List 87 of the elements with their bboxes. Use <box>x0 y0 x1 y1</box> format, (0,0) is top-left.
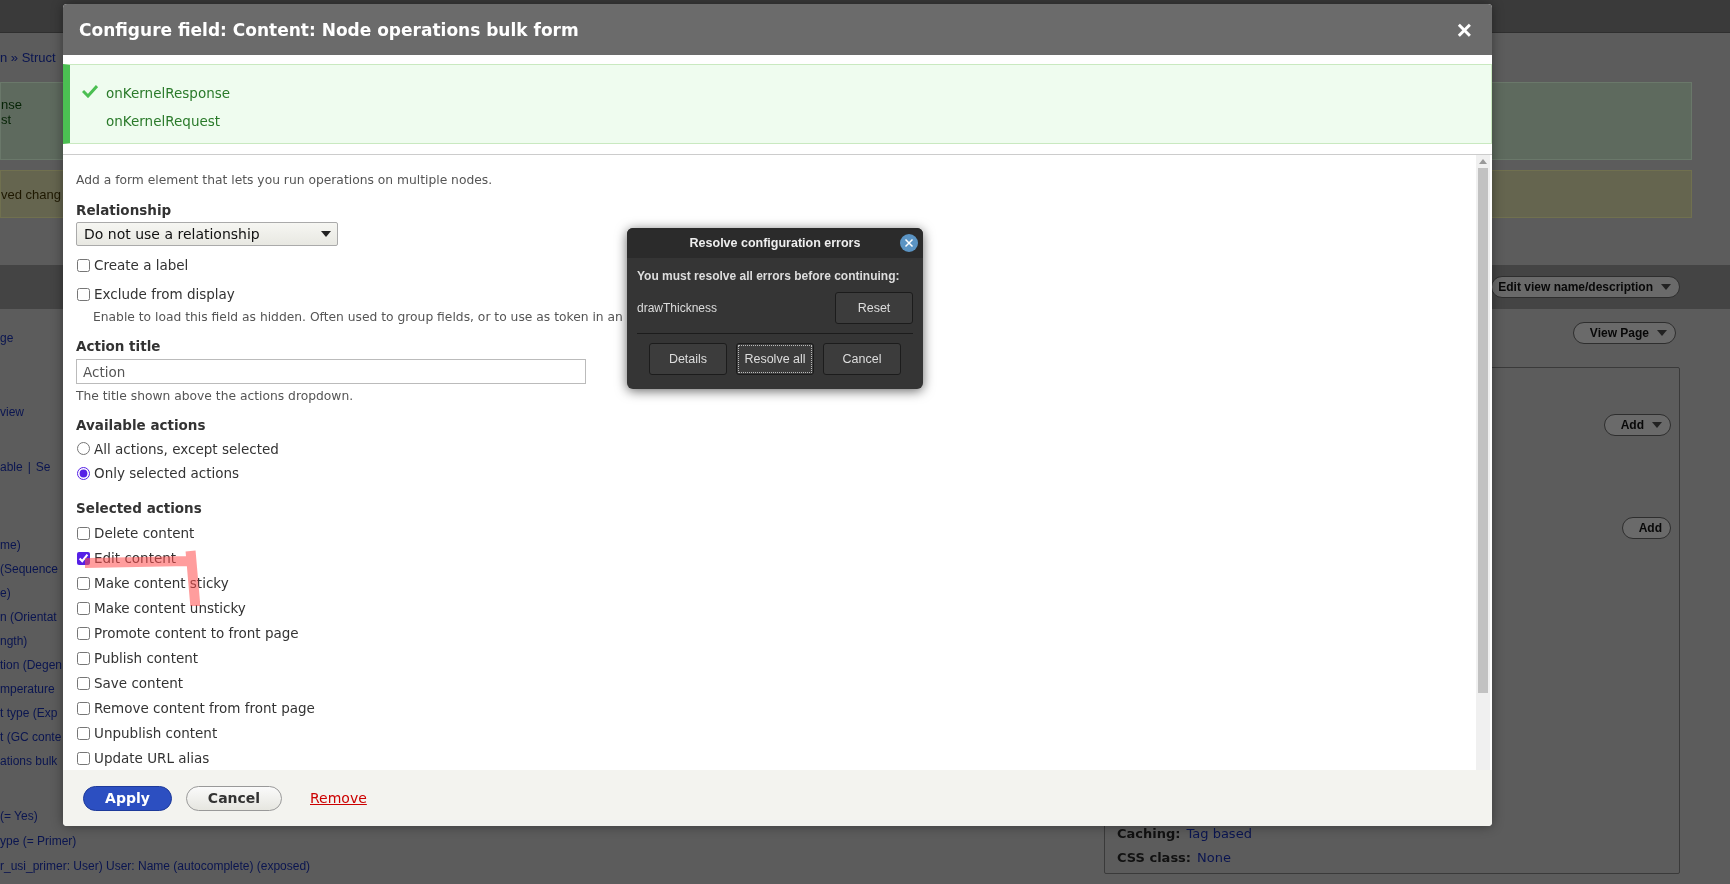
checkbox-label: Make content unsticky <box>94 600 246 616</box>
remove-link[interactable]: Remove <box>310 790 367 806</box>
field-link[interactable]: ngth) <box>0 629 63 653</box>
field-link[interactable]: (Sequence <box>0 557 63 581</box>
error-name: drawThickness <box>637 301 718 315</box>
description-text: Add a form element that lets you run operations on multiple nodes. <box>76 172 493 189</box>
checkbox[interactable] <box>77 287 90 301</box>
checkbox[interactable] <box>77 726 90 740</box>
status-message: onKernelRequest <box>106 112 222 131</box>
caret-icon <box>1652 422 1662 428</box>
radio-label: All actions, except selected <box>94 440 279 457</box>
help-text: Enable to load this field as hidden. Often used to group fields, or to use as token in an <box>92 309 623 326</box>
setting-label: CSS class: <box>1117 849 1192 865</box>
status-message: st <box>1 112 12 127</box>
display-link[interactable]: view <box>0 400 24 424</box>
field-link[interactable]: tion (Degen <box>0 653 63 677</box>
checkbox-label: Remove content from front page <box>94 700 315 716</box>
field-link[interactable]: t type (Exp <box>0 701 63 725</box>
field-link[interactable]: ations bulk <box>0 749 63 773</box>
display-link[interactable]: ge <box>0 326 14 350</box>
edit-view-button[interactable]: Edit view name/description <box>1491 276 1680 298</box>
dialog-title: Resolve configuration errors <box>689 236 861 250</box>
checkbox[interactable] <box>77 626 90 640</box>
radio-label: Only selected actions <box>94 465 240 481</box>
dialog-button[interactable]: Cancel <box>823 343 901 375</box>
add-button[interactable]: Add <box>1603 414 1671 436</box>
field-link[interactable]: t (GC conte <box>0 725 63 749</box>
checkbox-label: Save content <box>94 675 184 691</box>
scrollbar[interactable] <box>1476 155 1490 770</box>
field-label: Selected actions <box>76 499 202 517</box>
warning-message: ved chang <box>1 186 61 202</box>
dialog-button[interactable]: Details <box>649 343 727 375</box>
field-label: Action title <box>76 337 161 355</box>
checkbox[interactable] <box>77 551 90 565</box>
dialog-button[interactable]: Resolve all <box>736 343 814 375</box>
close-icon[interactable] <box>900 234 918 252</box>
checkbox-label: Unpublish content <box>94 725 218 741</box>
field-link[interactable]: n (Orientat <box>0 605 63 629</box>
reset-button[interactable]: Reset <box>835 292 913 324</box>
checkbox-label: Create a label <box>94 257 189 273</box>
filter-link[interactable]: ype (= Primer) <box>0 829 311 854</box>
caret-icon <box>1657 330 1667 336</box>
caret-icon <box>1661 284 1671 290</box>
dialog-title: Configure field: Content: Node operations bulk form <box>79 19 579 40</box>
checkbox-label: Make content sticky <box>94 575 229 591</box>
separator-text: | <box>27 459 31 476</box>
checkbox[interactable] <box>77 676 90 690</box>
radio-button[interactable] <box>77 466 90 480</box>
status-message: onKernelResponse <box>106 84 231 103</box>
setting-link[interactable]: None <box>1197 849 1231 865</box>
checkbox[interactable] <box>77 258 90 272</box>
help-text: The title shown above the actions dropdown. <box>76 388 354 405</box>
field-link[interactable]: mperature <box>0 677 63 701</box>
checkbox[interactable] <box>77 751 90 765</box>
filter-link[interactable]: r_usi_primer: User) User: Name (autocomplete) (exposed) <box>0 854 311 879</box>
field-link[interactable]: e) <box>0 581 63 605</box>
checkbox-label: Update URL alias <box>94 750 210 766</box>
check-icon <box>82 84 98 98</box>
filter-link[interactable]: Se <box>35 455 51 479</box>
action-title-field[interactable]: Action <box>76 359 586 384</box>
error-message: You must resolve all errors before continuing: <box>637 268 901 284</box>
checkbox[interactable] <box>77 576 90 590</box>
apply-button[interactable]: Apply <box>83 785 172 811</box>
filter-link[interactable]: able <box>0 455 23 479</box>
field-label: Available actions <box>76 416 206 434</box>
view-page-button[interactable]: View Page <box>1572 322 1676 344</box>
checkbox-label: Delete content <box>94 525 195 541</box>
checkbox-label: Edit content <box>94 550 177 566</box>
field-link[interactable]: me) <box>0 533 63 557</box>
checkbox-label: Exclude from display <box>94 286 235 302</box>
close-button[interactable]: × <box>1456 16 1472 43</box>
radio-button[interactable] <box>77 442 90 455</box>
cancel-button[interactable]: Cancel <box>186 785 282 811</box>
caret-icon <box>321 231 331 237</box>
setting-link[interactable]: Tag based <box>1186 825 1252 841</box>
add-button[interactable]: Add <box>1621 517 1671 539</box>
status-message: nse <box>1 97 22 112</box>
checkbox[interactable] <box>77 701 90 715</box>
setting-label: Caching: <box>1117 825 1181 841</box>
relationship-select[interactable]: Do not use a relationship <box>76 222 338 246</box>
field-label: Relationship <box>76 201 172 219</box>
checkbox-label: Promote content to front page <box>94 625 299 641</box>
checkbox-label: Publish content <box>94 650 199 666</box>
breadcrumb-link[interactable]: n » Struct <box>0 50 56 65</box>
checkbox[interactable] <box>77 526 90 540</box>
checkbox[interactable] <box>77 601 90 615</box>
checkbox[interactable] <box>77 651 90 665</box>
